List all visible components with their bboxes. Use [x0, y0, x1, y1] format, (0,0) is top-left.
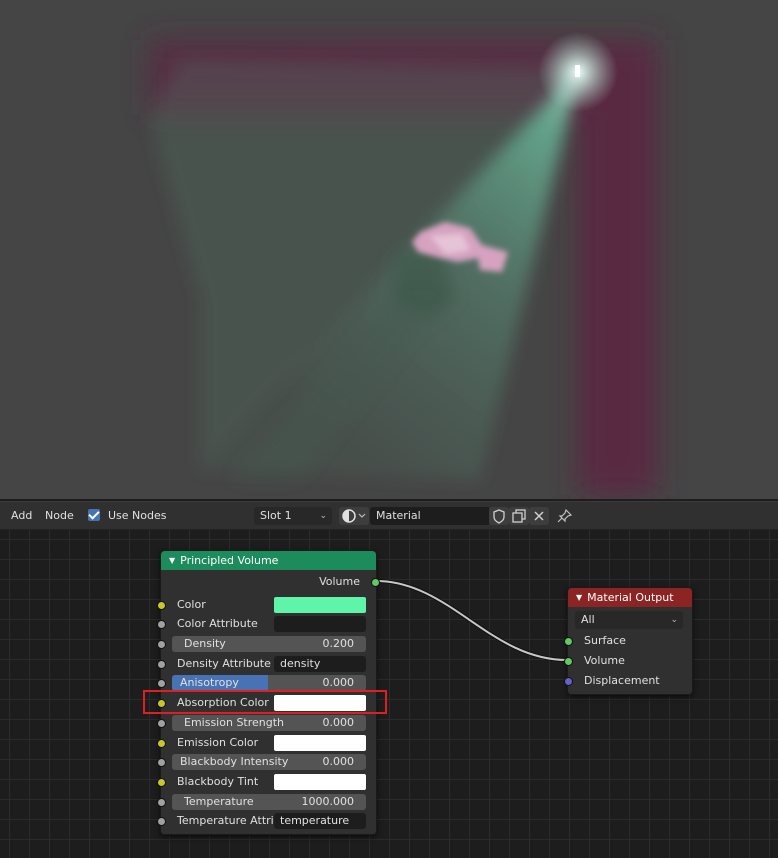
absorption-color-highlight-box	[143, 690, 387, 714]
target-value: All	[581, 613, 595, 626]
temperature-attribute-socket[interactable]	[157, 817, 166, 826]
surface-label: Surface	[584, 634, 626, 647]
node-title: Principled Volume	[180, 554, 279, 567]
node-editor-canvas[interactable]: ▼ Principled Volume Volume Color Color At…	[0, 530, 778, 858]
3d-viewport[interactable]	[0, 0, 778, 500]
collapse-triangle-icon[interactable]: ▼	[576, 593, 582, 602]
emission-color-socket[interactable]	[157, 739, 166, 748]
displacement-input-socket[interactable]	[564, 677, 573, 686]
volume-label: Volume	[584, 654, 625, 667]
fake-user-shield-icon	[493, 509, 505, 524]
pin-button[interactable]	[555, 507, 575, 525]
browse-material-button[interactable]	[339, 507, 369, 525]
density-label: Density	[184, 637, 226, 650]
density-slider[interactable]: Density 0.200	[172, 636, 366, 652]
emission-color-row: Emission Color	[157, 733, 376, 753]
temperature-attribute-label: Temperature Attri..	[177, 814, 281, 827]
target-dropdown[interactable]: All ⌄	[575, 611, 683, 629]
emission-strength-slider[interactable]: Emission Strength 0.000	[172, 715, 366, 731]
emission-strength-label: Emission Strength	[184, 716, 285, 729]
volume-input-row: Volume	[564, 651, 692, 671]
chevron-down-icon: ⌄	[319, 511, 327, 521]
blackbody-tint-label: Blackbody Tint	[177, 775, 259, 788]
emission-strength-row: Emission Strength 0.000	[157, 713, 376, 733]
density-attribute-label: Density Attribute	[177, 657, 271, 670]
blackbody-tint-socket[interactable]	[157, 778, 166, 787]
emission-color-swatch[interactable]	[274, 735, 366, 751]
anisotropy-value: 0.000	[322, 676, 355, 689]
density-attribute-socket[interactable]	[157, 660, 166, 669]
unlink-material-button[interactable]	[529, 507, 549, 525]
color-swatch[interactable]	[274, 597, 366, 613]
material-sphere-icon	[342, 509, 366, 523]
material-output-node[interactable]: ▼ Material Output All ⌄ Surface Volume Di…	[564, 587, 693, 695]
temperature-slider[interactable]: Temperature 1000.000	[172, 794, 366, 810]
displacement-label: Displacement	[584, 674, 660, 687]
blackbody-tint-row: Blackbody Tint	[157, 772, 376, 792]
anisotropy-label: Anisotropy	[180, 676, 239, 689]
density-attribute-row: Density Attribute density	[157, 654, 376, 674]
unlink-x-icon	[534, 511, 544, 521]
emission-color-label: Emission Color	[177, 736, 259, 749]
temperature-row: Temperature 1000.000	[157, 792, 376, 812]
chevron-down-icon: ⌄	[670, 615, 678, 625]
blackbody-tint-swatch[interactable]	[274, 774, 366, 790]
slot-dropdown[interactable]: Slot 1 ⌄	[254, 507, 332, 525]
blackbody-intensity-value: 0.000	[322, 755, 355, 768]
density-row: Density 0.200	[157, 634, 376, 654]
material-output-header[interactable]: ▼ Material Output	[568, 588, 692, 607]
principled-volume-header[interactable]: ▼ Principled Volume	[161, 551, 376, 570]
displacement-input-row: Displacement	[564, 671, 692, 691]
volume-output-row: Volume	[161, 572, 380, 592]
use-nodes-checkbox[interactable]	[88, 509, 100, 521]
add-menu[interactable]: Add	[11, 502, 32, 529]
emission-strength-value: 0.000	[322, 716, 355, 729]
density-value: 0.200	[322, 637, 355, 650]
blackbody-intensity-row: Blackbody Intensity 0.000	[157, 752, 376, 772]
viewport-render	[150, 32, 658, 495]
node-title: Material Output	[587, 591, 674, 604]
density-socket[interactable]	[157, 640, 166, 649]
temperature-label: Temperature	[184, 795, 254, 808]
material-name-field[interactable]: Material	[370, 507, 490, 525]
color-label: Color	[177, 598, 206, 611]
color-attribute-socket[interactable]	[157, 620, 166, 629]
material-name: Material	[376, 509, 421, 522]
blackbody-intensity-slider[interactable]: Blackbody Intensity 0.000	[172, 754, 366, 770]
temperature-attribute-field[interactable]: temperature	[274, 813, 366, 829]
collapse-triangle-icon[interactable]: ▼	[169, 556, 175, 565]
temperature-socket[interactable]	[157, 798, 166, 807]
surface-input-socket[interactable]	[564, 637, 573, 646]
temperature-attribute-row: Temperature Attri.. temperature	[157, 811, 376, 831]
color-attribute-row: Color Attribute	[157, 614, 376, 634]
use-nodes-label[interactable]: Use Nodes	[108, 502, 167, 529]
color-attribute-field[interactable]	[274, 616, 366, 632]
viewport-divider[interactable]	[0, 499, 778, 501]
surface-input-row: Surface	[564, 631, 692, 651]
pin-icon	[557, 508, 573, 523]
slot-value: Slot 1	[260, 509, 292, 522]
duplicate-material-button[interactable]	[509, 507, 529, 525]
color-attribute-label: Color Attribute	[177, 617, 258, 630]
temperature-value: 1000.000	[301, 795, 355, 808]
emission-strength-socket[interactable]	[157, 719, 166, 728]
blackbody-intensity-socket[interactable]	[157, 758, 166, 767]
duplicate-icon	[512, 509, 526, 523]
node-editor-header: Add Node Use Nodes Slot 1 ⌄ Material	[0, 502, 778, 530]
fake-user-button[interactable]	[489, 507, 509, 525]
node-menu[interactable]: Node	[45, 502, 74, 529]
density-attribute-field[interactable]: density	[274, 656, 366, 672]
volume-link[interactable]	[375, 580, 568, 661]
color-socket[interactable]	[157, 601, 166, 610]
color-row: Color	[157, 595, 376, 615]
volume-output-socket[interactable]	[371, 578, 380, 587]
anisotropy-slider[interactable]: Anisotropy 0.000	[172, 675, 366, 691]
volume-input-socket[interactable]	[564, 657, 573, 666]
anisotropy-socket[interactable]	[157, 679, 166, 688]
blackbody-intensity-label: Blackbody Intensity	[180, 755, 289, 768]
volume-output-label: Volume	[319, 575, 360, 588]
